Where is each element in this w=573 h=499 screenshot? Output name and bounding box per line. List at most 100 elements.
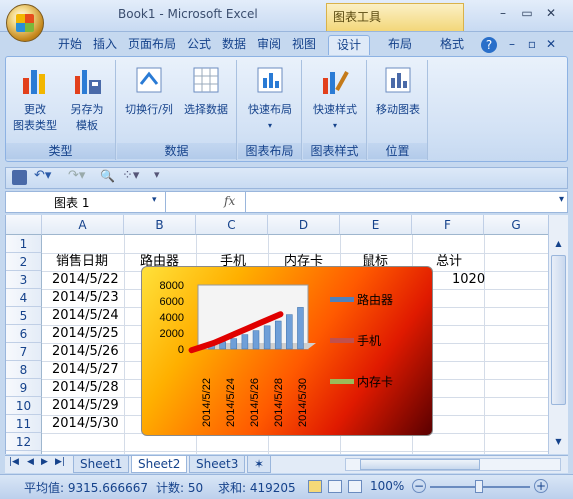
sheet-tab-1[interactable]: Sheet1: [73, 456, 130, 473]
row-header-1[interactable]: 1: [6, 235, 42, 253]
customize-qat-icon[interactable]: ▾: [154, 168, 160, 181]
save-icon[interactable]: [12, 170, 27, 185]
row-header-2[interactable]: 2: [6, 253, 42, 271]
change-chart-type-button[interactable]: 更改 图表类型: [10, 64, 60, 134]
scroll-up-icon[interactable]: ▲: [551, 239, 566, 253]
print-preview-icon[interactable]: 🔍: [100, 169, 115, 183]
select-all-corner[interactable]: [6, 215, 42, 235]
page-layout-view-icon[interactable]: [328, 480, 342, 493]
select-data-button[interactable]: 选择数据: [179, 64, 233, 118]
first-sheet-icon[interactable]: |◀: [9, 457, 19, 467]
cell-A5[interactable]: 2014/5/24: [52, 307, 119, 325]
quick-access-toolbar: ↶▾ ↷▾ 🔍 ⁘▾ ▾: [5, 167, 568, 189]
cell-A2[interactable]: 销售日期: [56, 253, 108, 271]
sheet-tab-2[interactable]: Sheet2: [131, 456, 188, 473]
cell-A9[interactable]: 2014/5/28: [52, 379, 119, 397]
col-header-A[interactable]: A: [42, 215, 124, 235]
col-header-E[interactable]: E: [340, 215, 412, 235]
hscroll-thumb[interactable]: [360, 459, 480, 470]
tab-data[interactable]: 数据: [218, 35, 250, 55]
expand-formula-icon[interactable]: ▾: [559, 194, 564, 205]
cell-F2[interactable]: 总计: [436, 253, 462, 271]
name-box-dropdown-icon[interactable]: ▾: [152, 195, 157, 205]
col-header-F[interactable]: F: [412, 215, 484, 235]
row-header-12[interactable]: 12: [6, 433, 42, 451]
row-header-11[interactable]: 11: [6, 415, 42, 433]
row-header-8[interactable]: 8: [6, 361, 42, 379]
save-as-template-button[interactable]: 另存为 模板: [64, 64, 110, 134]
cell-F3[interactable]: 1020: [452, 271, 485, 289]
horizontal-scrollbar[interactable]: [345, 458, 561, 471]
quick-layout-button[interactable]: 快速布局 ▾: [242, 64, 298, 134]
ribbon-minimize-icon[interactable]: –: [506, 35, 518, 55]
scroll-down-icon[interactable]: ▼: [551, 437, 566, 451]
name-box[interactable]: 图表 1: [6, 192, 166, 212]
row-header-3[interactable]: 3: [6, 271, 42, 289]
zoom-slider-thumb[interactable]: [475, 480, 483, 493]
redo-icon[interactable]: ↷▾: [68, 168, 85, 183]
tab-design[interactable]: 设计: [328, 35, 370, 55]
tab-page-layout[interactable]: 页面布局: [124, 35, 180, 55]
zoom-slider[interactable]: [430, 480, 530, 493]
tab-format[interactable]: 格式: [432, 35, 472, 55]
col-header-D[interactable]: D: [268, 215, 340, 235]
close-icon[interactable]: ✕: [542, 6, 560, 22]
quick-styles-button[interactable]: 快速样式 ▾: [307, 64, 363, 134]
page-break-view-icon[interactable]: [348, 480, 362, 493]
row-header-13[interactable]: 13: [6, 451, 42, 454]
format-painter-icon[interactable]: ⁘▾: [122, 168, 139, 183]
prev-sheet-icon[interactable]: ◀: [27, 457, 34, 467]
cell-A6[interactable]: 2014/5/25: [52, 325, 119, 343]
cell-A3[interactable]: 2014/5/22: [52, 271, 119, 289]
legend-swatch-路由器: [330, 297, 354, 302]
zoom-level[interactable]: 100%: [370, 479, 404, 493]
row-header-5[interactable]: 5: [6, 307, 42, 325]
col-header-C[interactable]: C: [196, 215, 268, 235]
restore-icon[interactable]: ▭: [518, 6, 536, 22]
vertical-scrollbar[interactable]: ▲ ▼: [548, 215, 568, 454]
normal-view-icon[interactable]: [308, 480, 322, 493]
next-sheet-icon[interactable]: ▶: [41, 457, 48, 467]
undo-icon[interactable]: ↶▾: [34, 168, 51, 183]
help-icon[interactable]: ?: [481, 37, 497, 53]
switch-row-column-button[interactable]: 切换行/列: [121, 64, 177, 118]
zoom-out-icon[interactable]: −: [412, 479, 426, 493]
tab-layout[interactable]: 布局: [380, 35, 420, 55]
cell-A10[interactable]: 2014/5/29: [52, 397, 119, 415]
row-header-10[interactable]: 10: [6, 397, 42, 415]
ribbon-close-icon[interactable]: ✕: [545, 35, 557, 55]
col-header-G[interactable]: G: [484, 215, 548, 235]
tab-formulas[interactable]: 公式: [183, 35, 215, 55]
bar-路由器: [252, 330, 260, 350]
insert-sheet-icon[interactable]: ✶: [247, 456, 271, 473]
chart-object[interactable]: 8000 6000 4000 2000 0 2014/5/22 2014/5/24 2014/…: [141, 266, 433, 436]
minimize-icon[interactable]: –: [494, 6, 512, 22]
x-tick-label: 2014/5/22: [201, 378, 213, 427]
tab-home[interactable]: 开始: [54, 35, 86, 55]
formula-input[interactable]: [248, 192, 548, 212]
cell-A7[interactable]: 2014/5/26: [52, 343, 119, 361]
row-header-6[interactable]: 6: [6, 325, 42, 343]
cell-A8[interactable]: 2014/5/27: [52, 361, 119, 379]
tab-review[interactable]: 审阅: [253, 35, 285, 55]
cell-A11[interactable]: 2014/5/30: [52, 415, 119, 433]
move-chart-button[interactable]: 移动图表: [370, 64, 426, 118]
cell-A4[interactable]: 2014/5/23: [52, 289, 119, 307]
office-button[interactable]: [6, 4, 44, 42]
change-chart-type-label: 更改 图表类型: [13, 103, 57, 132]
row-header-9[interactable]: 9: [6, 379, 42, 397]
scroll-thumb[interactable]: [551, 255, 566, 405]
tab-insert[interactable]: 插入: [89, 35, 121, 55]
tab-view[interactable]: 视图: [288, 35, 320, 55]
group-chart-styles: 快速样式 ▾ 图表样式: [303, 60, 367, 160]
legend-swatch-内存卡: [330, 379, 354, 384]
last-sheet-icon[interactable]: ▶|: [55, 457, 65, 467]
row-header-7[interactable]: 7: [6, 343, 42, 361]
ribbon-restore-icon[interactable]: ▫: [526, 35, 538, 55]
col-header-B[interactable]: B: [124, 215, 196, 235]
move-chart-label: 移动图表: [376, 103, 420, 116]
zoom-in-icon[interactable]: +: [534, 479, 548, 493]
sheet-tab-3[interactable]: Sheet3: [189, 456, 246, 473]
fx-icon[interactable]: fx: [224, 194, 235, 208]
row-header-4[interactable]: 4: [6, 289, 42, 307]
